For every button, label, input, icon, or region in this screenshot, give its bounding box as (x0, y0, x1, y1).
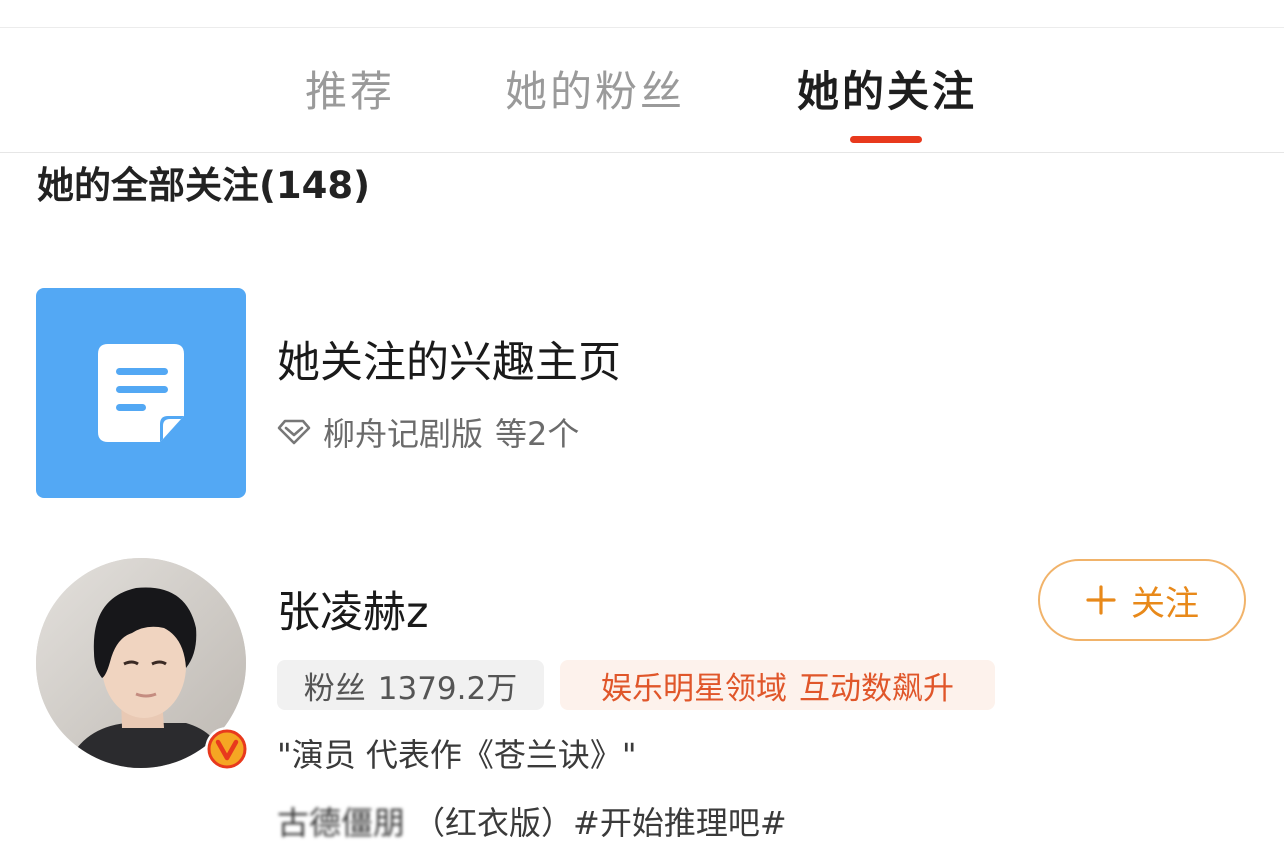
interest-title: 她关注的兴趣主页 (277, 338, 621, 388)
tab-her-following[interactable]: 她的关注 (797, 66, 977, 118)
follow-button[interactable]: 关注 (1038, 559, 1246, 641)
user-name[interactable]: 张凌赫z (277, 585, 429, 641)
interest-tile (36, 288, 246, 498)
post-blurred-text: 古德僵朋 (277, 804, 406, 842)
tabs-divider (0, 152, 1284, 153)
diamond-icon (277, 419, 311, 445)
interest-more-count: 等2个 (495, 415, 580, 453)
interest-first-item: 柳舟记剧版 (323, 415, 484, 453)
tag-domain: 娱乐明星领域 (601, 670, 787, 707)
fans-count: 1379.2万 (377, 670, 518, 707)
tab-recommend[interactable]: 推荐 (305, 66, 395, 118)
section-title: 她的全部关注(148) (37, 164, 371, 207)
post-text: （红衣版）#开始推理吧# (413, 804, 787, 842)
user-row[interactable]: 张凌赫z 关注 粉丝 1379.2万 娱乐明星领域 互动数飙升 "演员 代表作《… (0, 555, 1284, 842)
plus-icon (1086, 585, 1116, 615)
follow-label: 关注 (1131, 583, 1199, 624)
verified-v-badge-icon (205, 727, 249, 771)
fans-count-badge: 粉丝 1379.2万 (277, 660, 544, 710)
tag-trend: 互动数飙升 (799, 670, 954, 707)
active-tab-indicator (850, 136, 922, 143)
interest-meta: 柳舟记剧版 等2个 (277, 412, 580, 453)
fans-label: 粉丝 (303, 670, 366, 707)
domain-tag-badge: 娱乐明星领域 互动数飙升 (560, 660, 995, 710)
latest-post-line[interactable]: 古德僵朋 （红衣版）#开始推理吧# (277, 799, 787, 843)
interest-pages-row[interactable]: 她关注的兴趣主页 柳舟记剧版 等2个 (0, 286, 1284, 500)
user-bio: "演员 代表作《苍兰诀》" (277, 736, 637, 774)
tab-her-fans[interactable]: 她的粉丝 (505, 66, 685, 118)
tab-bar: 推荐 她的粉丝 她的关注 (0, 28, 1284, 152)
document-icon (98, 344, 184, 442)
